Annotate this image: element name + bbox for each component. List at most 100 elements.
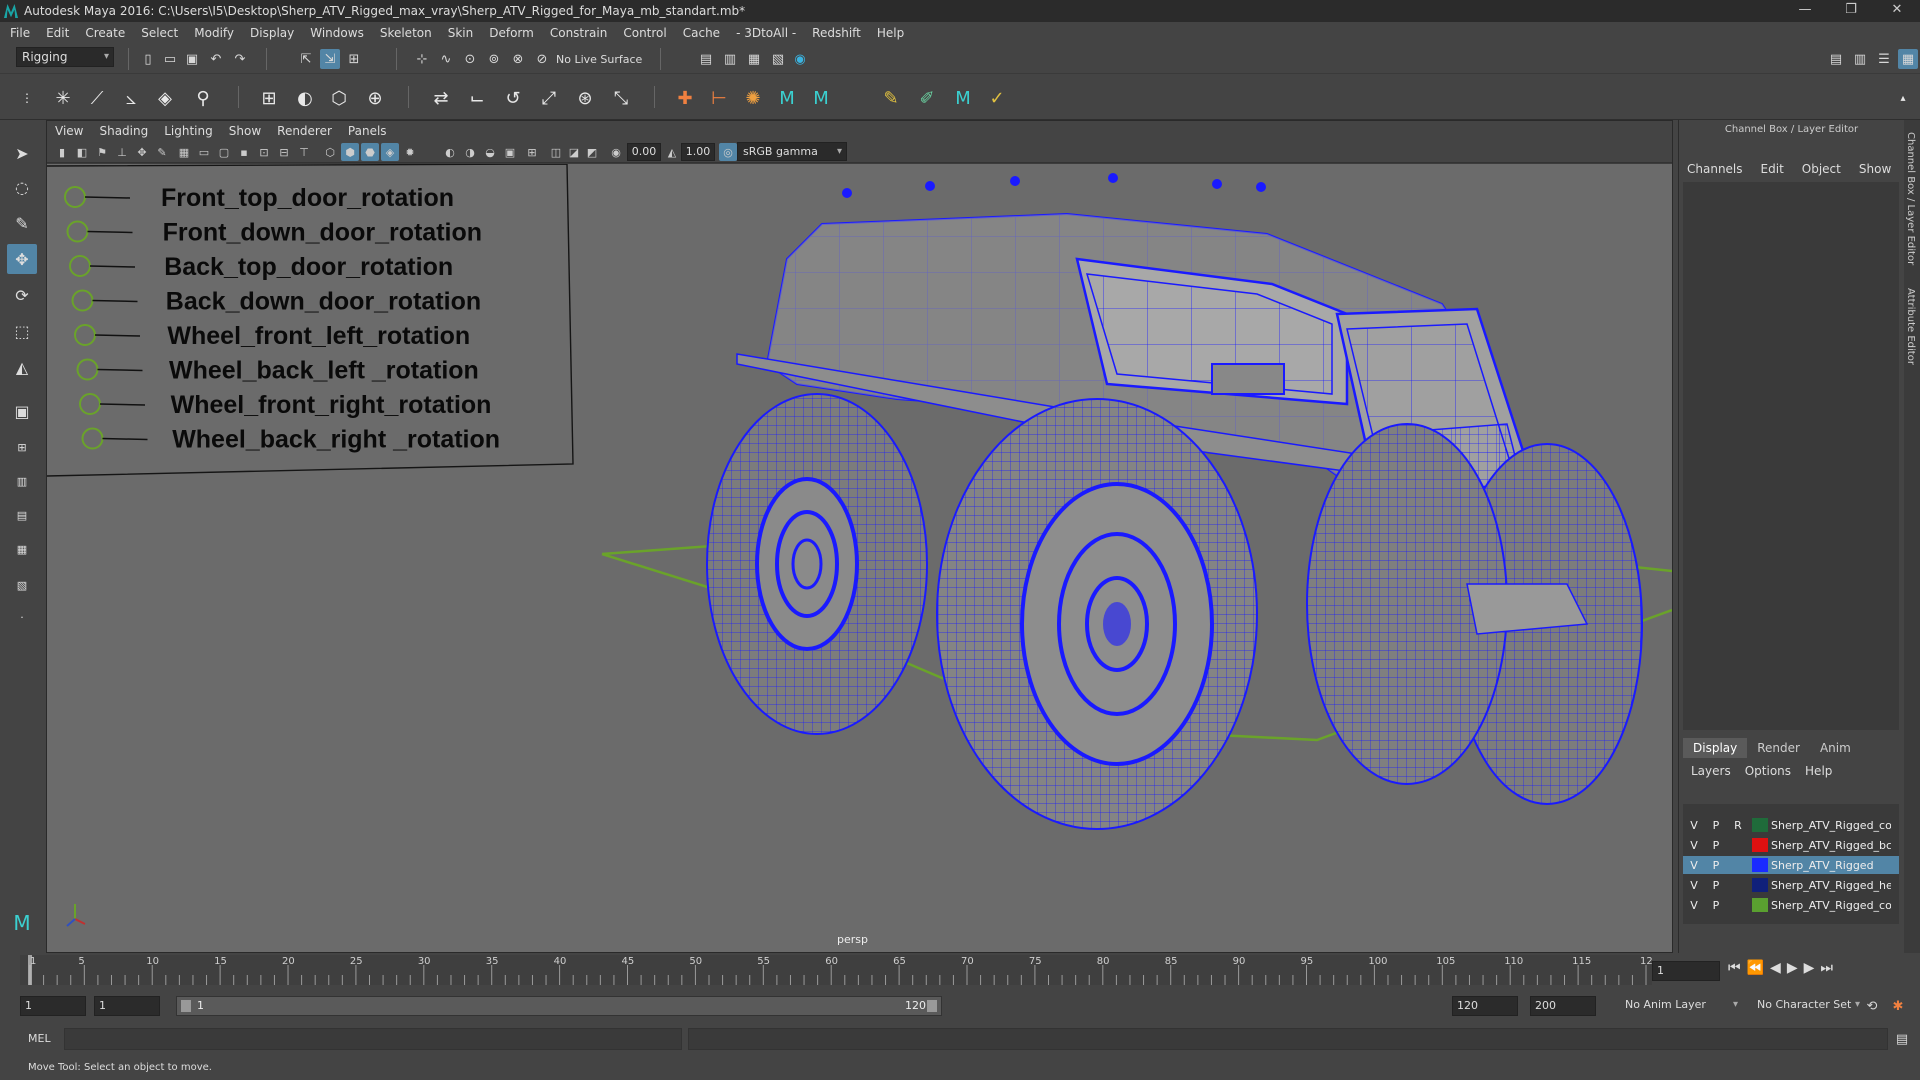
- anim-layer-dropdown[interactable]: No Anim Layer: [1620, 996, 1742, 1016]
- time-slider[interactable]: 1 5 10 15 20 25 30 35 40 45 50 55 60 65 70 75 80 85 90 95 10…: [20, 955, 1652, 985]
- channel-box-area[interactable]: [1683, 182, 1899, 730]
- layer-playback[interactable]: P: [1705, 879, 1727, 892]
- wireframe-on-shaded-icon[interactable]: ⬣: [361, 143, 379, 161]
- tab-display[interactable]: Display: [1683, 738, 1748, 758]
- restore-button[interactable]: ❐: [1828, 0, 1874, 22]
- motion-blur-icon[interactable]: ◒: [481, 143, 499, 161]
- lasso-tool-icon[interactable]: ◌: [7, 172, 37, 202]
- outliner-icon[interactable]: ☰: [1874, 49, 1894, 69]
- rig-control-circle[interactable]: [71, 289, 94, 312]
- last-tool-icon[interactable]: ◭: [7, 352, 37, 382]
- xray-components-icon[interactable]: ◩: [583, 143, 601, 161]
- start-time-field[interactable]: 1: [20, 996, 86, 1016]
- menu-deform[interactable]: Deform: [489, 26, 534, 40]
- smooth-shade-icon[interactable]: ⬢: [341, 143, 359, 161]
- go-to-end-icon[interactable]: ⏭: [1820, 960, 1839, 976]
- vp-menu-lighting[interactable]: Lighting: [164, 124, 213, 138]
- shelf-scroll-icon[interactable]: ▴: [1890, 85, 1916, 111]
- step-back-icon[interactable]: ◀: [1770, 960, 1787, 976]
- menu-modify[interactable]: Modify: [194, 26, 234, 40]
- layer-row[interactable]: V P Sherp_ATV_Rigged_bc: [1683, 836, 1899, 854]
- smooth-bind-icon[interactable]: ⊞: [256, 85, 282, 111]
- menu-file[interactable]: File: [10, 26, 30, 40]
- four-view-icon[interactable]: ⊞: [7, 432, 37, 462]
- rotate-tool-icon[interactable]: ⟳: [7, 280, 37, 310]
- side-tab-attribute-editor[interactable]: Attribute Editor: [1905, 288, 1916, 365]
- mash-icon[interactable]: M: [774, 85, 800, 111]
- command-input[interactable]: [64, 1028, 682, 1050]
- locator-icon[interactable]: ✚: [672, 85, 698, 111]
- minimize-button[interactable]: —: [1782, 0, 1828, 22]
- field-chart-icon[interactable]: ⊡: [255, 143, 273, 161]
- single-view-icon[interactable]: ▣: [7, 396, 37, 426]
- xray-icon[interactable]: ◫: [547, 143, 565, 161]
- hypershade-icon[interactable]: ◉: [790, 49, 810, 69]
- vp-menu-panels[interactable]: Panels: [348, 124, 387, 138]
- rig-control-row[interactable]: Wheel_back_left _rotation: [76, 357, 479, 385]
- cluster-icon[interactable]: ⊕: [362, 85, 388, 111]
- playback-end-field[interactable]: 120: [1452, 996, 1518, 1016]
- redo-icon[interactable]: ↷: [230, 49, 250, 69]
- safe-action-icon[interactable]: ⊟: [275, 143, 293, 161]
- rig-control-circle[interactable]: [76, 358, 99, 381]
- character-set-dropdown[interactable]: No Character Set: [1752, 996, 1864, 1016]
- ik-spline-icon[interactable]: ⦣: [118, 85, 144, 111]
- tab-render[interactable]: Render: [1747, 738, 1810, 758]
- mirror-joint-icon[interactable]: ◈: [152, 85, 178, 111]
- tab-anim[interactable]: Anim: [1810, 738, 1861, 758]
- ambient-occlusion-icon[interactable]: ◑: [461, 143, 479, 161]
- menu-display[interactable]: Display: [250, 26, 294, 40]
- auto-key-icon[interactable]: ⟲: [1862, 996, 1882, 1016]
- render-frame-icon[interactable]: ▥: [720, 49, 740, 69]
- vp-menu-view[interactable]: View: [55, 124, 83, 138]
- menu-redshift[interactable]: Redshift: [812, 26, 861, 40]
- select-component-icon[interactable]: ⊞: [344, 49, 364, 69]
- camera-select-icon[interactable]: ▮: [53, 143, 71, 161]
- render-view-icon[interactable]: ▧: [768, 49, 788, 69]
- wireframe-icon[interactable]: ⬡: [321, 143, 339, 161]
- graph-layout-icon[interactable]: ▦: [7, 534, 37, 564]
- layer-row[interactable]: V P Sherp_ATV_Rigged: [1683, 856, 1899, 874]
- cb-menu-edit[interactable]: Edit: [1761, 162, 1784, 176]
- resolution-gate-icon[interactable]: ▢: [215, 143, 233, 161]
- lattice-icon[interactable]: ⬡: [326, 85, 352, 111]
- layer-name[interactable]: Sherp_ATV_Rigged_co: [1771, 819, 1891, 832]
- snap-live-icon[interactable]: ⊘: [532, 49, 552, 69]
- layer-menu-options[interactable]: Options: [1745, 764, 1791, 778]
- layer-visibility[interactable]: V: [1683, 839, 1705, 852]
- preferences-icon[interactable]: ✱: [1888, 996, 1908, 1016]
- end-time-field[interactable]: 200: [1530, 996, 1596, 1016]
- script-editor-icon[interactable]: ▤: [1892, 1029, 1912, 1049]
- command-language-label[interactable]: MEL: [28, 1032, 51, 1045]
- workspace-icon[interactable]: ▤: [1826, 49, 1846, 69]
- side-tab-channel-box[interactable]: Channel Box / Layer Editor: [1905, 132, 1916, 265]
- rig-control-row[interactable]: Back_down_door_rotation: [71, 288, 482, 316]
- rig-control-row[interactable]: Wheel_front_right_rotation: [79, 391, 491, 419]
- menu-windows[interactable]: Windows: [310, 26, 364, 40]
- layer-row[interactable]: V P Sherp_ATV_Rigged_co: [1683, 896, 1899, 914]
- channel-box-toggle-icon[interactable]: ▦: [1898, 49, 1918, 69]
- mash-network-icon[interactable]: M: [808, 85, 834, 111]
- rig-control-circle[interactable]: [64, 186, 86, 208]
- cb-menu-show[interactable]: Show: [1859, 162, 1891, 176]
- paint-effects-icon[interactable]: ✎: [878, 85, 904, 111]
- side-by-side-icon[interactable]: ▥: [7, 466, 37, 496]
- step-forward-icon[interactable]: ▶: [1804, 960, 1821, 976]
- brush-icon[interactable]: ✐: [914, 85, 940, 111]
- blend-shape-icon[interactable]: ✺: [740, 85, 766, 111]
- mash-world-icon[interactable]: M: [950, 85, 976, 111]
- humanik-icon[interactable]: ⚲: [190, 85, 216, 111]
- live-surface-label[interactable]: No Live Surface: [556, 53, 642, 66]
- range-handle-end[interactable]: [927, 1000, 937, 1012]
- grid-icon[interactable]: ▦: [175, 143, 193, 161]
- layer-color-swatch[interactable]: [1752, 878, 1768, 892]
- layer-menu-layers[interactable]: Layers: [1691, 764, 1731, 778]
- textured-icon[interactable]: ◈: [381, 143, 399, 161]
- check-icon[interactable]: ✓: [984, 85, 1010, 111]
- layer-visibility[interactable]: V: [1683, 899, 1705, 912]
- play-forward-icon[interactable]: ▶: [1787, 960, 1804, 976]
- shadows-icon[interactable]: ◐: [441, 143, 459, 161]
- rig-control-row[interactable]: Front_down_door_rotation: [66, 219, 483, 247]
- layer-playback[interactable]: P: [1705, 899, 1727, 912]
- cb-menu-channels[interactable]: Channels: [1687, 162, 1743, 176]
